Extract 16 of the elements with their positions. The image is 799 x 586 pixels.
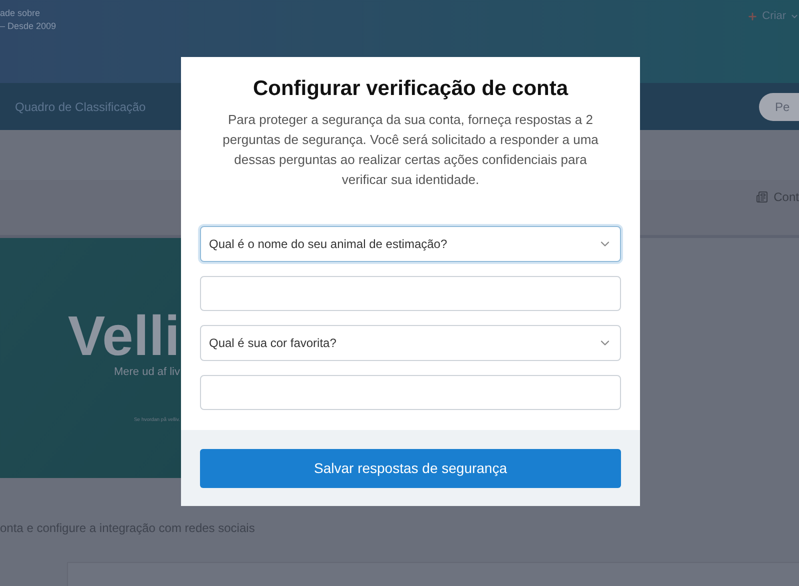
tagline-text: ade sobre <box>0 7 42 20</box>
question-select[interactable]: Qual é sua cor favorita? <box>200 325 621 361</box>
newspaper-icon <box>756 190 768 202</box>
banner-logo: Velli <box>68 308 180 364</box>
save-button[interactable]: Salvar respostas de segurança <box>200 448 621 488</box>
question-select[interactable]: Qual é o nome do seu animal de estimação? <box>200 226 621 262</box>
answer-field[interactable] <box>200 276 621 311</box>
banner-slogan: Mere ud af liv <box>114 365 180 380</box>
dialog-description: Para proteger a segurança da sua conta, forneça respostas a 2 perguntas de segurança. Você será solicitado a responder a uma dessas perguntas ao realizar certas ações confidenciais para verificar sua identidade. <box>222 111 600 189</box>
create-menu[interactable]: Criar <box>747 7 799 23</box>
dialog-title: Configurar verificação de conta <box>252 76 568 102</box>
pill-button[interactable]: Pe <box>759 92 799 120</box>
nav-link[interactable]: Quadro de Classificação <box>15 98 146 116</box>
answer-field[interactable] <box>200 375 621 410</box>
tagline-text: – Desde 2009 <box>0 20 56 33</box>
plus-icon <box>747 10 758 22</box>
